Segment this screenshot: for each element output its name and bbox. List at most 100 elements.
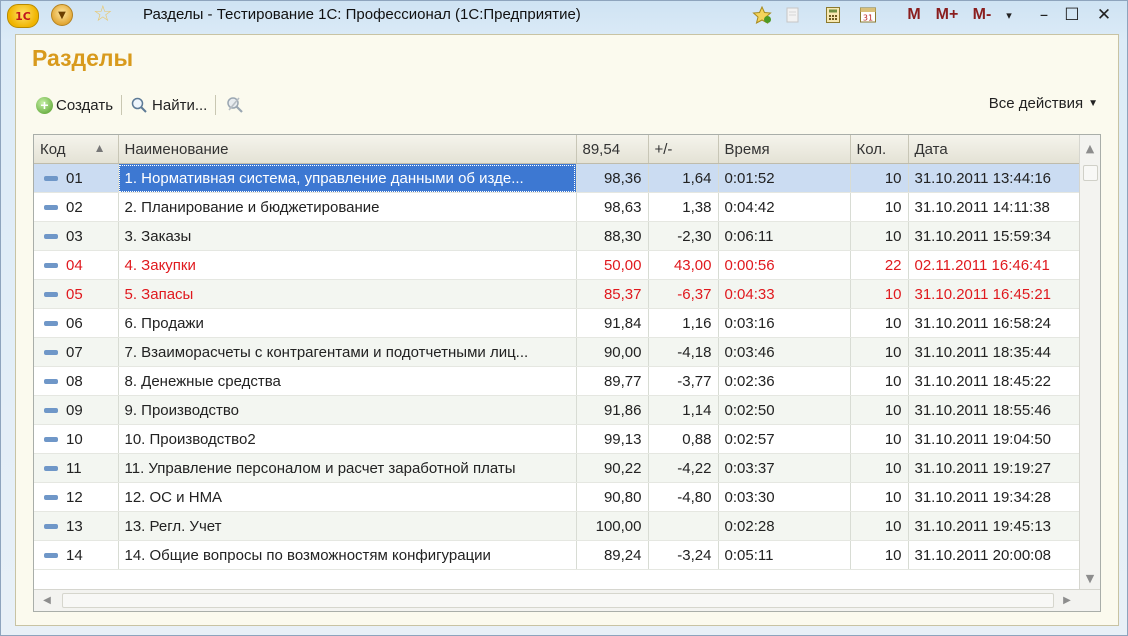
column-header-count[interactable]: Кол. <box>850 135 909 164</box>
count-cell: 10 <box>850 482 909 512</box>
horizontal-scrollbar[interactable]: ◀ ▶ <box>34 589 1100 611</box>
table-row[interactable]: 05 5. Запасы 85,37 -6,37 0:04:33 10 31.1… <box>34 279 1081 309</box>
name-cell: 8. Денежные средства <box>118 366 577 396</box>
plus-icon: + <box>36 96 53 114</box>
sections-table: Код ▲ Наименование 89,54 +/- Время Кол. Д… <box>33 134 1101 612</box>
element-icon <box>44 320 58 326</box>
main-menu-icon[interactable]: ▼ <box>51 4 73 26</box>
table-row[interactable]: 10 10. Производство2 99,13 0,88 0:02:57 … <box>34 424 1081 454</box>
name-cell: 9. Производство <box>118 395 577 425</box>
app-window: 1С ▼ ☆ Разделы - Тестирование 1С: Профес… <box>0 0 1128 636</box>
date-cell: 31.10.2011 13:44:16 <box>908 163 1081 193</box>
column-header-delta[interactable]: +/- <box>648 135 719 164</box>
cancel-search-button[interactable] <box>224 95 246 115</box>
code-cell: 13 <box>34 511 119 541</box>
code-cell: 03 <box>34 221 119 251</box>
table-row[interactable]: 11 11. Управление персоналом и расчет за… <box>34 453 1081 483</box>
code-cell: 01 <box>34 163 119 193</box>
table-row[interactable]: 04 4. Закупки 50,00 43,00 0:00:56 22 02.… <box>34 250 1081 280</box>
minimize-icon[interactable]: – <box>1035 5 1053 25</box>
column-header-time[interactable]: Время <box>718 135 851 164</box>
count-cell: 10 <box>850 163 909 193</box>
dropdown-arrow-icon[interactable]: ▾ <box>1001 5 1017 25</box>
date-cell: 02.11.2011 16:46:41 <box>908 250 1081 280</box>
find-button[interactable]: Найти... <box>130 96 207 114</box>
count-cell: 10 <box>850 453 909 483</box>
table-row[interactable]: 06 6. Продажи 91,84 1,16 0:03:16 10 31.1… <box>34 308 1081 338</box>
time-cell: 0:04:42 <box>718 192 851 222</box>
score-cell: 89,24 <box>576 540 649 570</box>
close-icon[interactable]: ✕ <box>1093 5 1115 25</box>
all-actions-menu[interactable]: Все действия ▼ <box>989 95 1098 112</box>
vertical-scrollbar[interactable]: ▲ ▼ <box>1079 135 1100 591</box>
table-header-row: Код ▲ Наименование 89,54 +/- Время Кол. Д… <box>34 135 1081 164</box>
create-button[interactable]: + Создать <box>36 96 113 114</box>
time-cell: 0:03:46 <box>718 337 851 367</box>
time-cell: 0:03:37 <box>718 453 851 483</box>
code-cell: 06 <box>34 308 119 338</box>
copy-document-icon[interactable] <box>783 5 803 25</box>
scroll-up-icon[interactable]: ▲ <box>1080 137 1100 159</box>
count-cell: 10 <box>850 424 909 454</box>
element-icon <box>44 436 58 442</box>
table-row[interactable]: 14 14. Общие вопросы по возможностям кон… <box>34 540 1081 570</box>
score-cell: 98,63 <box>576 192 649 222</box>
code-cell: 08 <box>34 366 119 396</box>
maximize-icon[interactable]: ☐ <box>1063 5 1081 25</box>
score-cell: 90,22 <box>576 453 649 483</box>
code-cell: 12 <box>34 482 119 512</box>
column-header-name[interactable]: Наименование <box>118 135 577 164</box>
scroll-left-icon[interactable]: ◀ <box>36 590 58 611</box>
favorites-star-icon[interactable]: ☆ <box>93 2 113 28</box>
date-cell: 31.10.2011 18:45:22 <box>908 366 1081 396</box>
table-row[interactable]: 13 13. Регл. Учет 100,00 0:02:28 10 31.1… <box>34 511 1081 541</box>
1c-logo-icon[interactable]: 1С <box>7 4 39 28</box>
memory-minus-button[interactable]: M- <box>968 5 996 25</box>
name-cell: 4. Закупки <box>118 250 577 280</box>
svg-text:31: 31 <box>863 14 873 23</box>
name-cell: 13. Регл. Учет <box>118 511 577 541</box>
score-cell: 98,36 <box>576 163 649 193</box>
chevron-down-icon: ▼ <box>1088 98 1098 109</box>
calculator-icon[interactable] <box>823 5 843 25</box>
name-cell: 5. Запасы <box>118 279 577 309</box>
count-cell: 10 <box>850 337 909 367</box>
memory-plus-button[interactable]: M+ <box>933 5 961 25</box>
scroll-thumb[interactable] <box>1083 165 1098 181</box>
time-cell: 0:02:50 <box>718 395 851 425</box>
element-icon <box>44 407 58 413</box>
table-row[interactable]: 09 9. Производство 91,86 1,14 0:02:50 10… <box>34 395 1081 425</box>
name-cell: 7. Взаиморасчеты с контрагентами и подот… <box>118 337 577 367</box>
table-row[interactable]: 12 12. ОС и НМА 90,80 -4,80 0:03:30 10 3… <box>34 482 1081 512</box>
date-cell: 31.10.2011 16:58:24 <box>908 308 1081 338</box>
score-cell: 50,00 <box>576 250 649 280</box>
name-cell: 12. ОС и НМА <box>118 482 577 512</box>
memory-m-button[interactable]: M <box>905 5 923 25</box>
score-cell: 89,77 <box>576 366 649 396</box>
score-cell: 100,00 <box>576 511 649 541</box>
table-row[interactable]: 02 2. Планирование и бюджетирование 98,6… <box>34 192 1081 222</box>
add-favorites-icon[interactable] <box>751 5 773 25</box>
date-cell: 31.10.2011 18:55:46 <box>908 395 1081 425</box>
delta-cell <box>648 511 719 541</box>
column-header-code[interactable]: Код ▲ <box>34 135 119 164</box>
score-cell: 90,00 <box>576 337 649 367</box>
table-row[interactable]: 01 1. Нормативная система, управление да… <box>34 163 1081 193</box>
scroll-thumb-horizontal[interactable] <box>62 593 1054 608</box>
sections-grid: Код ▲ Наименование 89,54 +/- Время Кол. Д… <box>34 135 1081 570</box>
form-panel: Разделы + Создать Найти... Все действия … <box>15 34 1119 626</box>
column-header-score[interactable]: 89,54 <box>576 135 649 164</box>
calendar-icon[interactable]: 31 <box>857 5 879 25</box>
table-row[interactable]: 08 8. Денежные средства 89,77 -3,77 0:02… <box>34 366 1081 396</box>
column-header-date[interactable]: Дата <box>908 135 1081 164</box>
delta-cell: -3,77 <box>648 366 719 396</box>
time-cell: 0:02:57 <box>718 424 851 454</box>
table-row[interactable]: 03 3. Заказы 88,30 -2,30 0:06:11 10 31.1… <box>34 221 1081 251</box>
count-cell: 10 <box>850 192 909 222</box>
code-cell: 10 <box>34 424 119 454</box>
count-cell: 10 <box>850 540 909 570</box>
time-cell: 0:02:28 <box>718 511 851 541</box>
table-row[interactable]: 07 7. Взаиморасчеты с контрагентами и по… <box>34 337 1081 367</box>
scroll-right-icon[interactable]: ▶ <box>1056 590 1078 611</box>
scroll-down-icon[interactable]: ▼ <box>1080 567 1100 589</box>
